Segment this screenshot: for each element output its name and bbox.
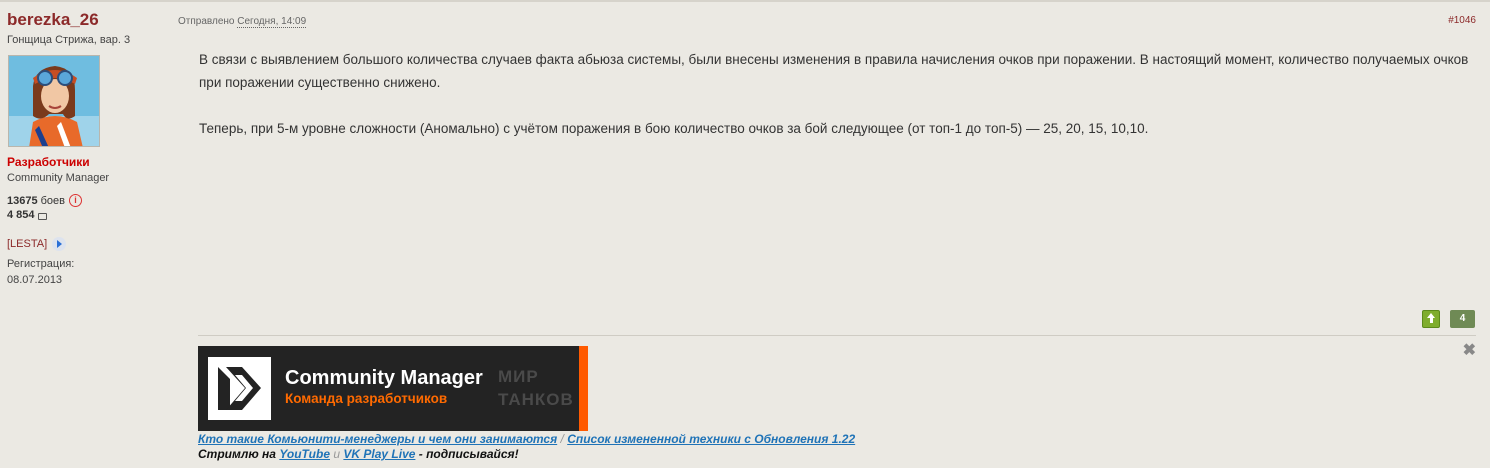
post-paragraph-2: Теперь, при 5-м уровне сложности (Аномал… bbox=[199, 121, 1149, 136]
posted-label: Отправлено bbox=[178, 16, 235, 27]
signature-divider bbox=[198, 335, 1476, 336]
author-sidebar: berezka_26 Гонщица Стрижа, вар. 3 Разраб… bbox=[0, 0, 170, 468]
message-icon bbox=[37, 212, 47, 220]
battles-stat: 13675 боев i bbox=[7, 194, 82, 207]
post-timestamp: Отправлено Сегодня, 14:09 bbox=[178, 16, 307, 28]
changed-vehicles-link[interactable]: Список измененной техники с Обновления 1… bbox=[567, 432, 855, 446]
banner-subtitle: Команда разработчиков bbox=[285, 391, 448, 406]
registered-label: Регистрация: bbox=[7, 258, 75, 270]
clan-name[interactable]: [LESTA] bbox=[7, 238, 47, 250]
banner-stripe bbox=[579, 346, 588, 431]
chevron-logo-icon bbox=[208, 357, 271, 420]
post-content: Отправлено Сегодня, 14:09 #1046 В связи … bbox=[170, 0, 1490, 468]
author-title: Гонщица Стрижа, вар. 3 bbox=[7, 34, 131, 46]
registered-date: 08.07.2013 bbox=[7, 274, 63, 286]
link-separator: / bbox=[560, 432, 564, 446]
avatar[interactable] bbox=[8, 55, 100, 147]
posted-date: Сегодня, 14:09 bbox=[237, 16, 307, 28]
author-group: Разработчики bbox=[7, 155, 90, 169]
cm-info-link[interactable]: Кто такие Комьюнити-менеджеры и чем они … bbox=[198, 432, 557, 446]
messages-count: 4 854 bbox=[7, 209, 35, 221]
stream-suffix: - подписывайся! bbox=[418, 447, 519, 461]
messages-stat: 4 854 bbox=[7, 209, 47, 221]
stream-prefix: Стримлю на bbox=[198, 447, 276, 461]
signature-banner: Community Manager Команда разработчиков … bbox=[198, 346, 588, 431]
close-icon[interactable]: ✖ bbox=[1463, 343, 1476, 359]
stream-conjunction: u bbox=[333, 447, 341, 461]
info-icon[interactable]: i bbox=[68, 194, 82, 207]
battles-label: боев bbox=[40, 194, 65, 207]
banner-title: Community Manager bbox=[285, 367, 483, 389]
youtube-link[interactable]: YouTube bbox=[279, 447, 330, 461]
rating-count: 4 bbox=[1450, 310, 1475, 328]
author-username[interactable]: berezka_26 bbox=[7, 11, 99, 29]
banner-watermark: МИР bbox=[498, 367, 539, 386]
post-body: В связи с выявлением большого количества… bbox=[199, 48, 1479, 140]
banner-watermark: ТАНКОВ bbox=[498, 390, 574, 409]
vkplay-link[interactable]: VK Play Live bbox=[343, 447, 415, 461]
arrow-right-icon[interactable] bbox=[52, 237, 67, 251]
signature-stream: Стримлю на YouTube u VK Play Live - подп… bbox=[198, 447, 519, 461]
post-number-link[interactable]: #1046 bbox=[1448, 15, 1476, 26]
arrow-up-icon[interactable] bbox=[1422, 310, 1440, 328]
post-paragraph-1: В связи с выявлением большого количества… bbox=[199, 52, 1469, 90]
clan-tag[interactable]: [LESTA] bbox=[7, 237, 67, 251]
battles-count: 13675 bbox=[7, 194, 38, 207]
author-role: Community Manager bbox=[7, 172, 110, 184]
signature-links: Кто такие Комьюнити-менеджеры и чем они … bbox=[198, 432, 855, 446]
